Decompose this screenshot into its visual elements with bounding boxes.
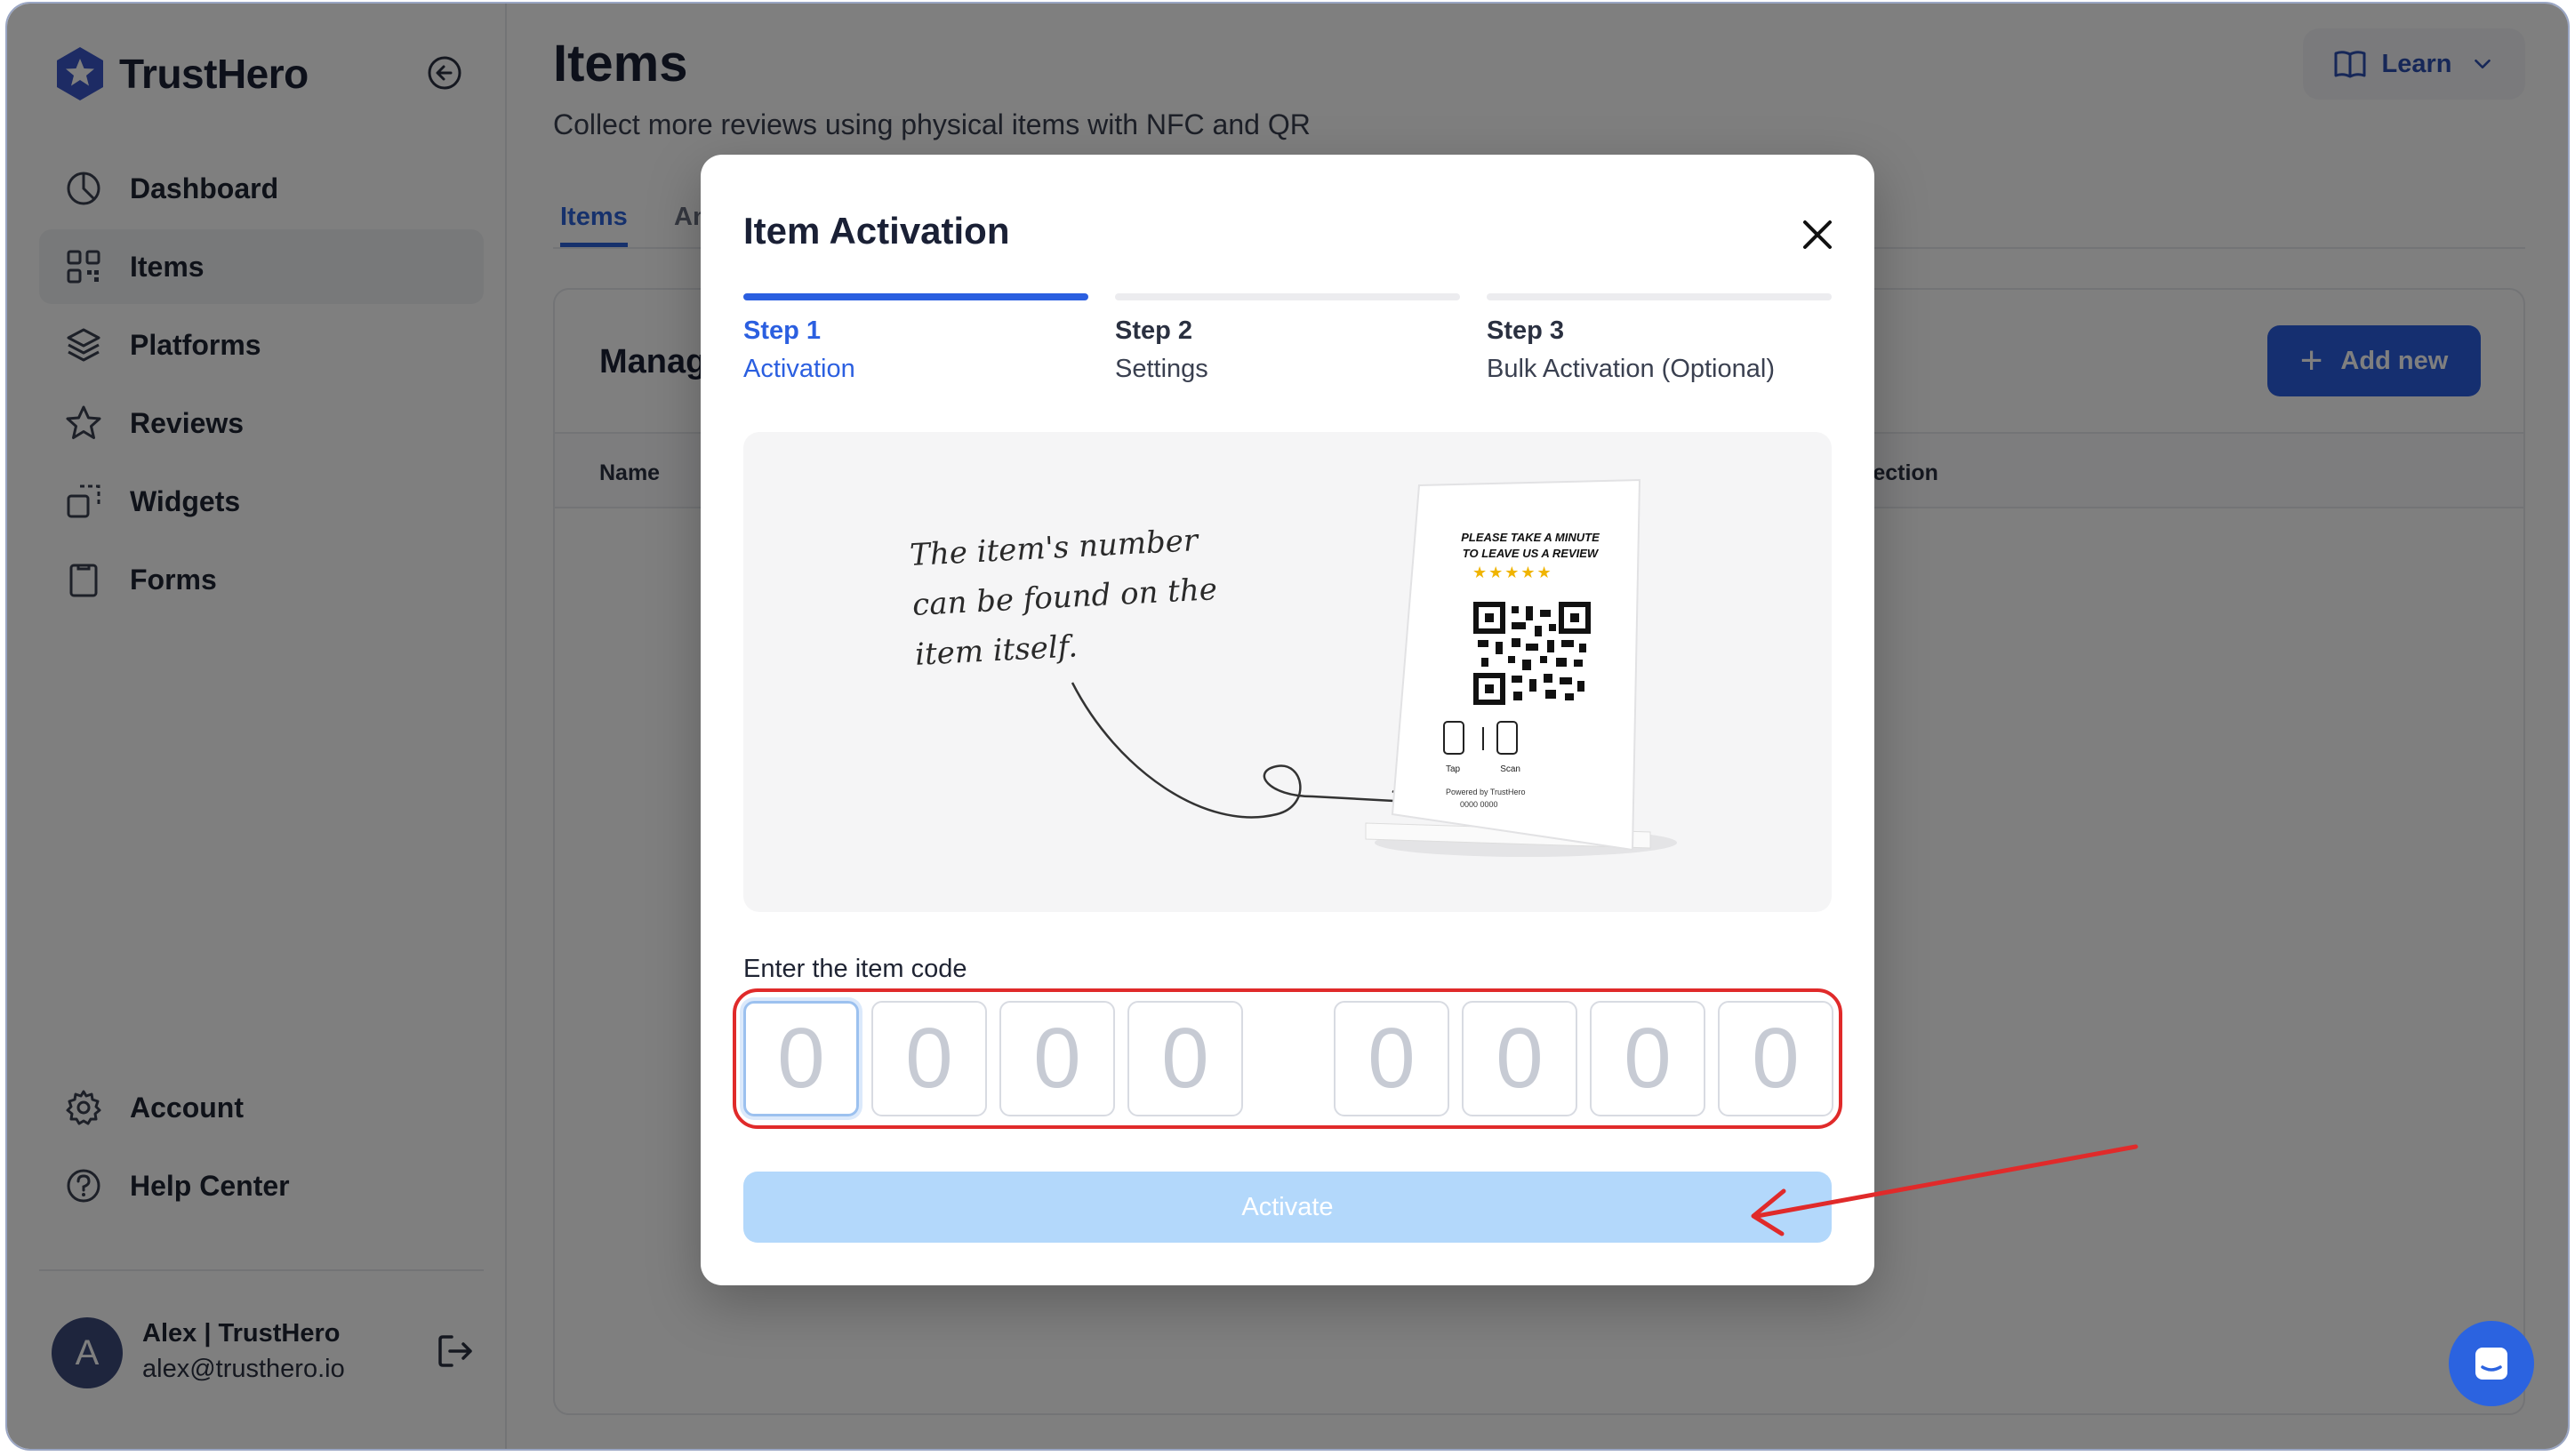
step-progress-bar <box>1487 293 1832 300</box>
stand-heading: PLEASE TAKE A MINUTE TO LEAVE US A REVIE… <box>1446 530 1615 562</box>
stand-heading-line: PLEASE TAKE A MINUTE <box>1461 531 1600 544</box>
code-digit-input[interactable]: 0 <box>999 1001 1115 1116</box>
tap-label: Tap <box>1446 764 1461 774</box>
stand-illustration <box>1071 478 1677 857</box>
tap-scan-labels: Tap Scan <box>1437 764 1535 774</box>
item-code-illustration: The item's number can be found on the it… <box>743 432 1832 912</box>
step-name: Activation <box>743 355 855 383</box>
item-code-label: Enter the item code <box>743 955 967 983</box>
code-digit-input[interactable]: 0 <box>1718 1001 1833 1116</box>
step-bulk-activation[interactable]: Step 3 Bulk Activation (Optional) <box>1487 293 1832 384</box>
code-digit-input[interactable]: 0 <box>1462 1001 1577 1116</box>
step-activation[interactable]: Step 1 Activation <box>743 293 1088 384</box>
close-icon[interactable] <box>1800 217 1835 252</box>
stand-stars: ★★★★★ <box>1472 564 1553 581</box>
stand-code-label: 0000 0000 <box>1460 800 1498 809</box>
modal-title: Item Activation <box>743 210 1010 252</box>
step-progress-bar <box>743 293 1088 300</box>
step-progress-bar <box>1115 293 1460 300</box>
code-digit-input[interactable]: 0 <box>1127 1001 1243 1116</box>
hint-arrow <box>1071 682 1411 819</box>
step-number: Step 1 <box>743 316 822 345</box>
step-number: Step 2 <box>1115 316 1193 345</box>
stand-heading-line: TO LEAVE US A REVIEW <box>1462 547 1599 560</box>
code-digit-input[interactable]: 0 <box>1334 1001 1449 1116</box>
powered-by-label: Powered by TrustHero <box>1446 788 1526 796</box>
qr-code-icon <box>1472 601 1592 706</box>
tap-phone-icon <box>1443 721 1464 755</box>
scan-label: Scan <box>1500 764 1520 774</box>
code-digit-input[interactable]: 0 <box>743 1001 859 1116</box>
step-number: Step 3 <box>1487 316 1565 345</box>
step-name: Settings <box>1115 355 1208 383</box>
activate-button[interactable]: Activate <box>743 1172 1832 1243</box>
chat-icon <box>2475 1348 2507 1380</box>
code-digit-input[interactable]: 0 <box>871 1001 987 1116</box>
scan-phone-icon <box>1496 721 1518 755</box>
chat-launcher-button[interactable] <box>2449 1321 2534 1406</box>
step-settings[interactable]: Step 2 Settings <box>1115 293 1460 384</box>
item-activation-modal: Item Activation Step 1 Activation Step 2… <box>701 155 1874 1285</box>
step-name: Bulk Activation (Optional) <box>1487 355 1775 383</box>
tap-scan-icons <box>1443 721 1518 755</box>
code-digit-input[interactable]: 0 <box>1590 1001 1705 1116</box>
